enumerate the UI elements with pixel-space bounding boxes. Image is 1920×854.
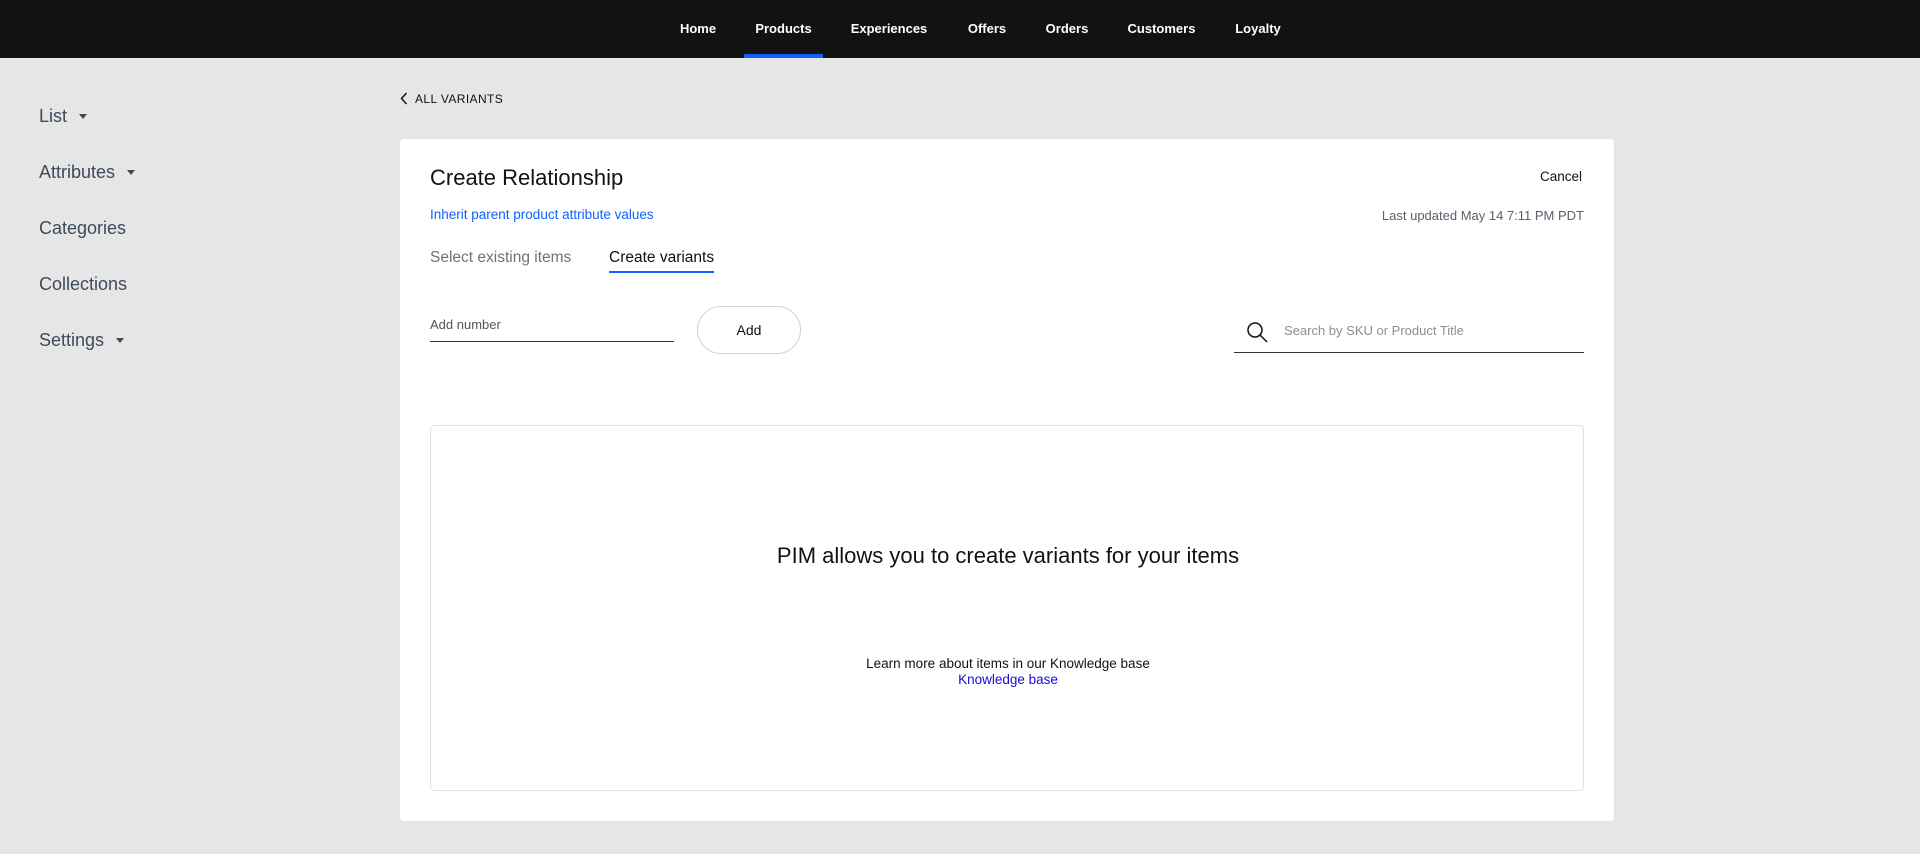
sidebar-item-label: Settings [39, 330, 105, 350]
empty-state-subtext: Learn more about items in our Knowledge … [866, 656, 1150, 671]
tab-select-existing-items[interactable]: Select existing items [430, 249, 571, 273]
breadcrumb[interactable]: ALL VARIANTS [400, 89, 503, 109]
add-button[interactable]: Add [697, 306, 801, 354]
sidebar-item-label: List [39, 106, 68, 126]
nav-item-customers[interactable]: Customers [1115, 0, 1208, 58]
nav-item-experiences[interactable]: Experiences [843, 0, 935, 58]
caret-down-icon [116, 337, 125, 343]
nav-item-loyalty[interactable]: Loyalty [1228, 0, 1288, 58]
nav-item-orders[interactable]: Orders [1039, 0, 1095, 58]
caret-down-icon [127, 169, 136, 175]
breadcrumb-label: ALL VARIANTS [415, 92, 504, 106]
sidebar-item-list[interactable]: List [39, 101, 88, 131]
empty-state-panel: PIM allows you to create variants for yo… [430, 425, 1584, 791]
page-title: Create Relationship [430, 165, 624, 190]
knowledge-base-link[interactable]: Knowledge base [758, 672, 1258, 687]
caret-down-icon [79, 113, 88, 119]
sidebar-item-label: Categories [39, 218, 127, 238]
tab-create-variants[interactable]: Create variants [609, 249, 715, 273]
chevron-left-icon [400, 92, 408, 105]
top-navigation: Home Products Experiences Offers Orders … [0, 0, 1920, 58]
add-number-input[interactable] [430, 307, 674, 342]
sidebar-item-categories[interactable]: Categories [39, 213, 126, 243]
last-updated-text: Last updated May 14 7:11 PM PDT [1381, 208, 1584, 223]
nav-item-offers[interactable]: Offers [955, 0, 1019, 58]
sidebar-item-label: Attributes [39, 162, 116, 182]
search-input[interactable] [1284, 315, 1574, 345]
search-icon [1247, 322, 1268, 343]
nav-item-products[interactable]: Products [744, 0, 823, 58]
cancel-button[interactable]: Cancel [1540, 169, 1582, 184]
sidebar-item-settings[interactable]: Settings [39, 325, 125, 355]
sidebar-item-attributes[interactable]: Attributes [39, 157, 136, 187]
sidebar-item-label: Collections [39, 274, 128, 294]
search-field [1234, 307, 1584, 353]
inherit-attributes-link[interactable]: Inherit parent product attribute values [430, 207, 654, 222]
sidebar-item-collections[interactable]: Collections [39, 269, 127, 299]
create-relationship-card: Create Relationship Inherit parent produ… [400, 139, 1614, 821]
empty-state-heading: PIM allows you to create variants for yo… [776, 543, 1240, 568]
nav-item-home[interactable]: Home [672, 0, 724, 58]
